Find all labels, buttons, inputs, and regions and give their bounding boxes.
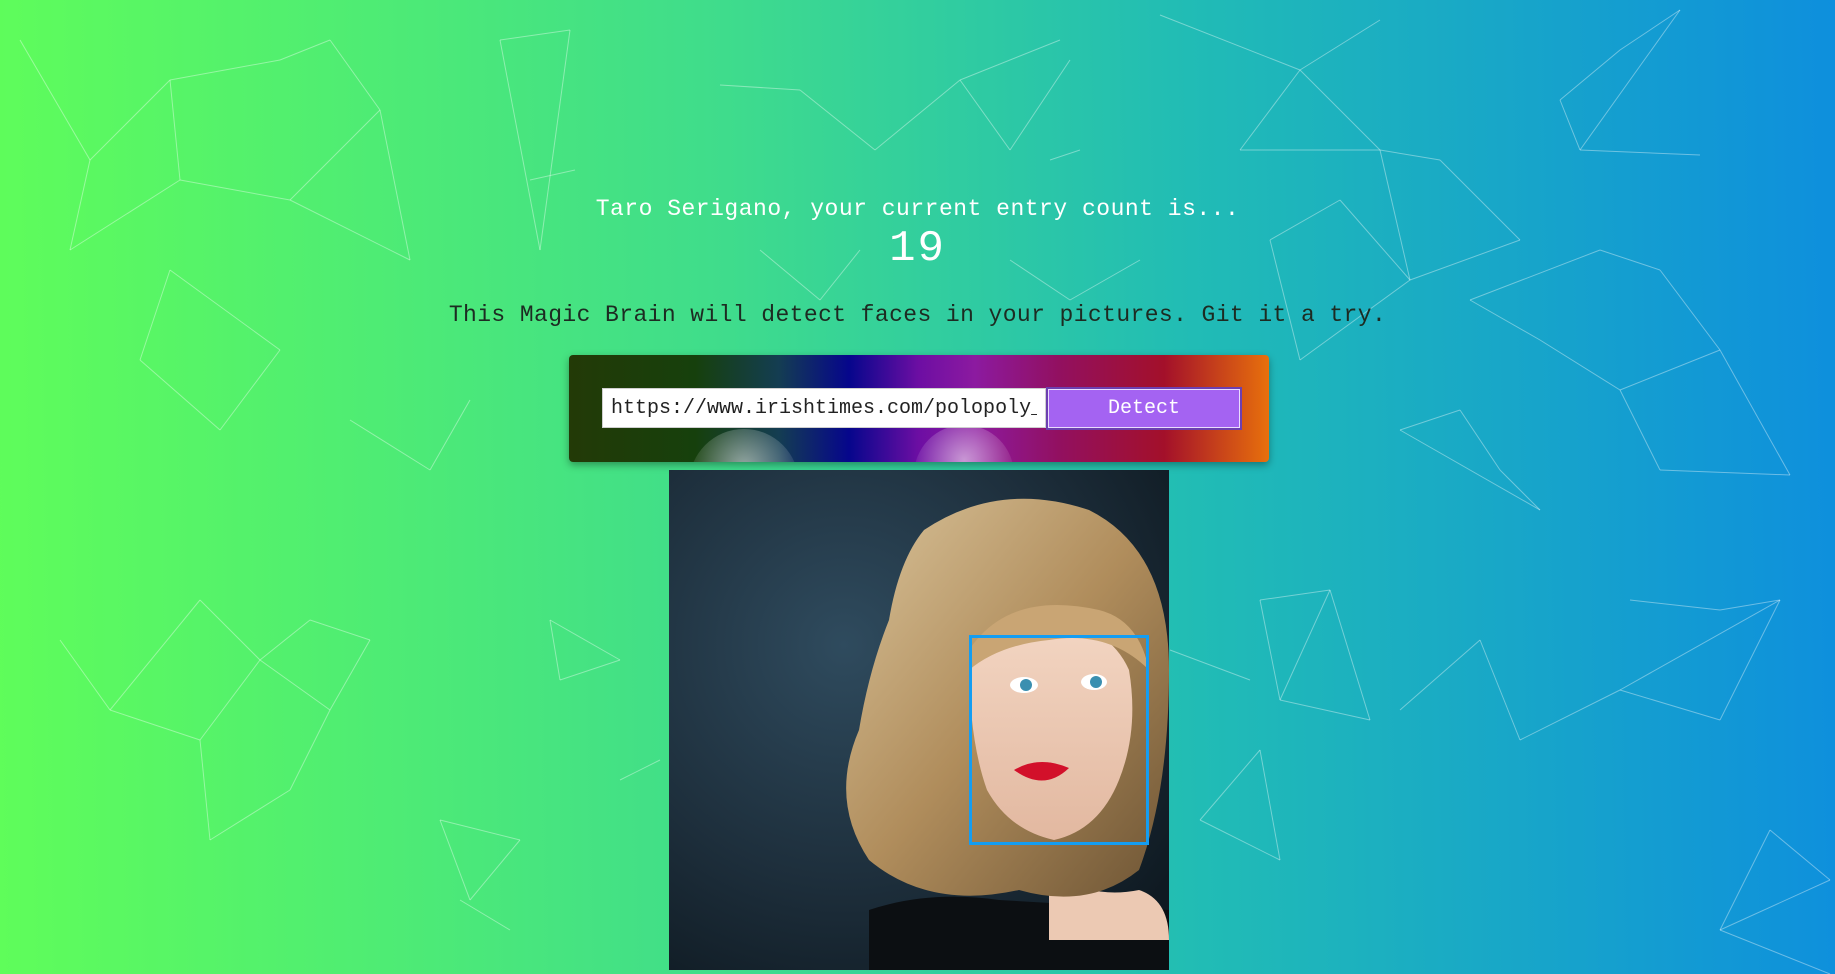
face-bounding-box [969,635,1149,845]
entry-count: 19 [889,224,946,274]
image-url-input[interactable] [602,388,1046,428]
result-photo-container [669,470,1169,970]
url-form-panel: Detect [569,355,1269,462]
decorative-bubble [914,425,1014,462]
greeting-text: Taro Serigano, your current entry count … [595,196,1240,222]
detect-button[interactable]: Detect [1046,387,1242,430]
tagline-text: This Magic Brain will detect faces in yo… [448,302,1387,328]
decorative-bubble [689,429,799,462]
